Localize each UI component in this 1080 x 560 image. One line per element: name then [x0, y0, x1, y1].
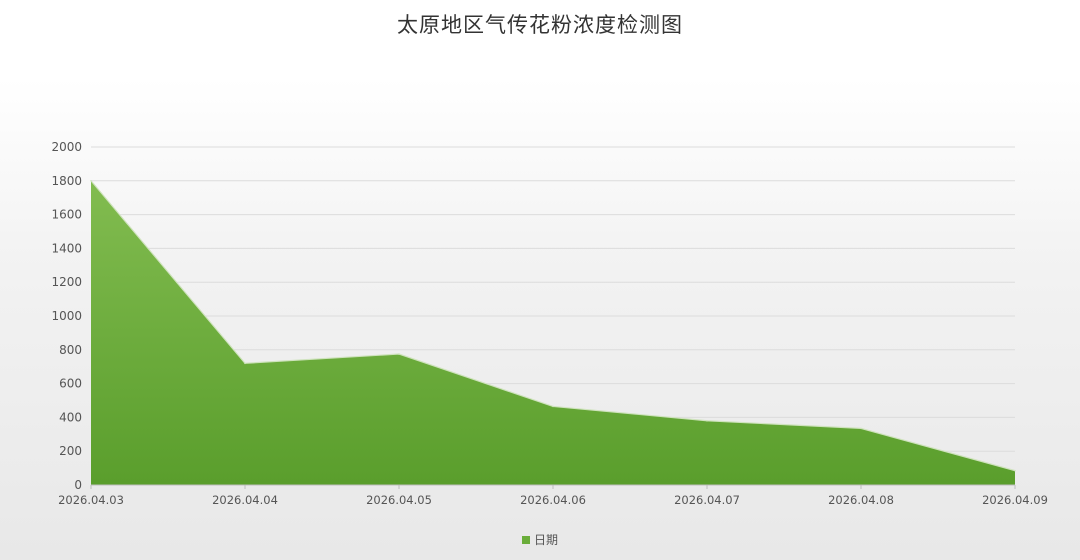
x-tick-label: 2026.04.07: [674, 493, 740, 507]
x-tick-label: 2026.04.06: [520, 493, 586, 507]
x-tick-label: 2026.04.05: [366, 493, 432, 507]
y-tick-label: 1200: [51, 275, 82, 289]
y-tick-label: 1000: [51, 309, 82, 323]
series-area: [90, 180, 1016, 486]
y-tick-label: 400: [59, 410, 82, 424]
legend[interactable]: 日期: [0, 531, 1080, 548]
x-tick-label: 2026.04.09: [982, 493, 1048, 507]
y-tick-label: 1800: [51, 174, 82, 188]
y-tick-label: 1400: [51, 241, 82, 255]
x-tick-label: 2026.04.08: [828, 493, 894, 507]
y-tick-label: 800: [59, 343, 82, 357]
area-chart: 0 200 400 600 800 1000 1200 1400 1600 1800 2000 20…: [51, 140, 1048, 507]
legend-label: 日期: [533, 533, 558, 547]
y-tick-label: 0: [74, 478, 82, 492]
y-tick-label: 600: [59, 377, 82, 391]
x-axis: 2026.04.03 2026.04.04 2026.04.05 2026.04.06…: [58, 484, 1048, 507]
data-point[interactable]: [860, 427, 862, 430]
data-point[interactable]: [552, 405, 554, 408]
data-point[interactable]: [90, 180, 92, 182]
data-point[interactable]: [1014, 469, 1016, 472]
data-point[interactable]: [398, 353, 400, 355]
data-point[interactable]: [244, 362, 246, 365]
y-axis: 0 200 400 600 800 1000 1200 1400 1600 1800 2000: [51, 140, 82, 492]
y-tick-label: 200: [59, 444, 82, 458]
data-point[interactable]: [706, 419, 708, 422]
area-fill: [91, 180, 1015, 486]
x-tick-label: 2026.04.04: [212, 493, 278, 507]
legend-swatch: [521, 535, 530, 544]
y-tick-label: 2000: [51, 140, 82, 154]
x-tick-label: 2026.04.03: [58, 493, 124, 507]
y-tick-label: 1600: [51, 208, 82, 222]
